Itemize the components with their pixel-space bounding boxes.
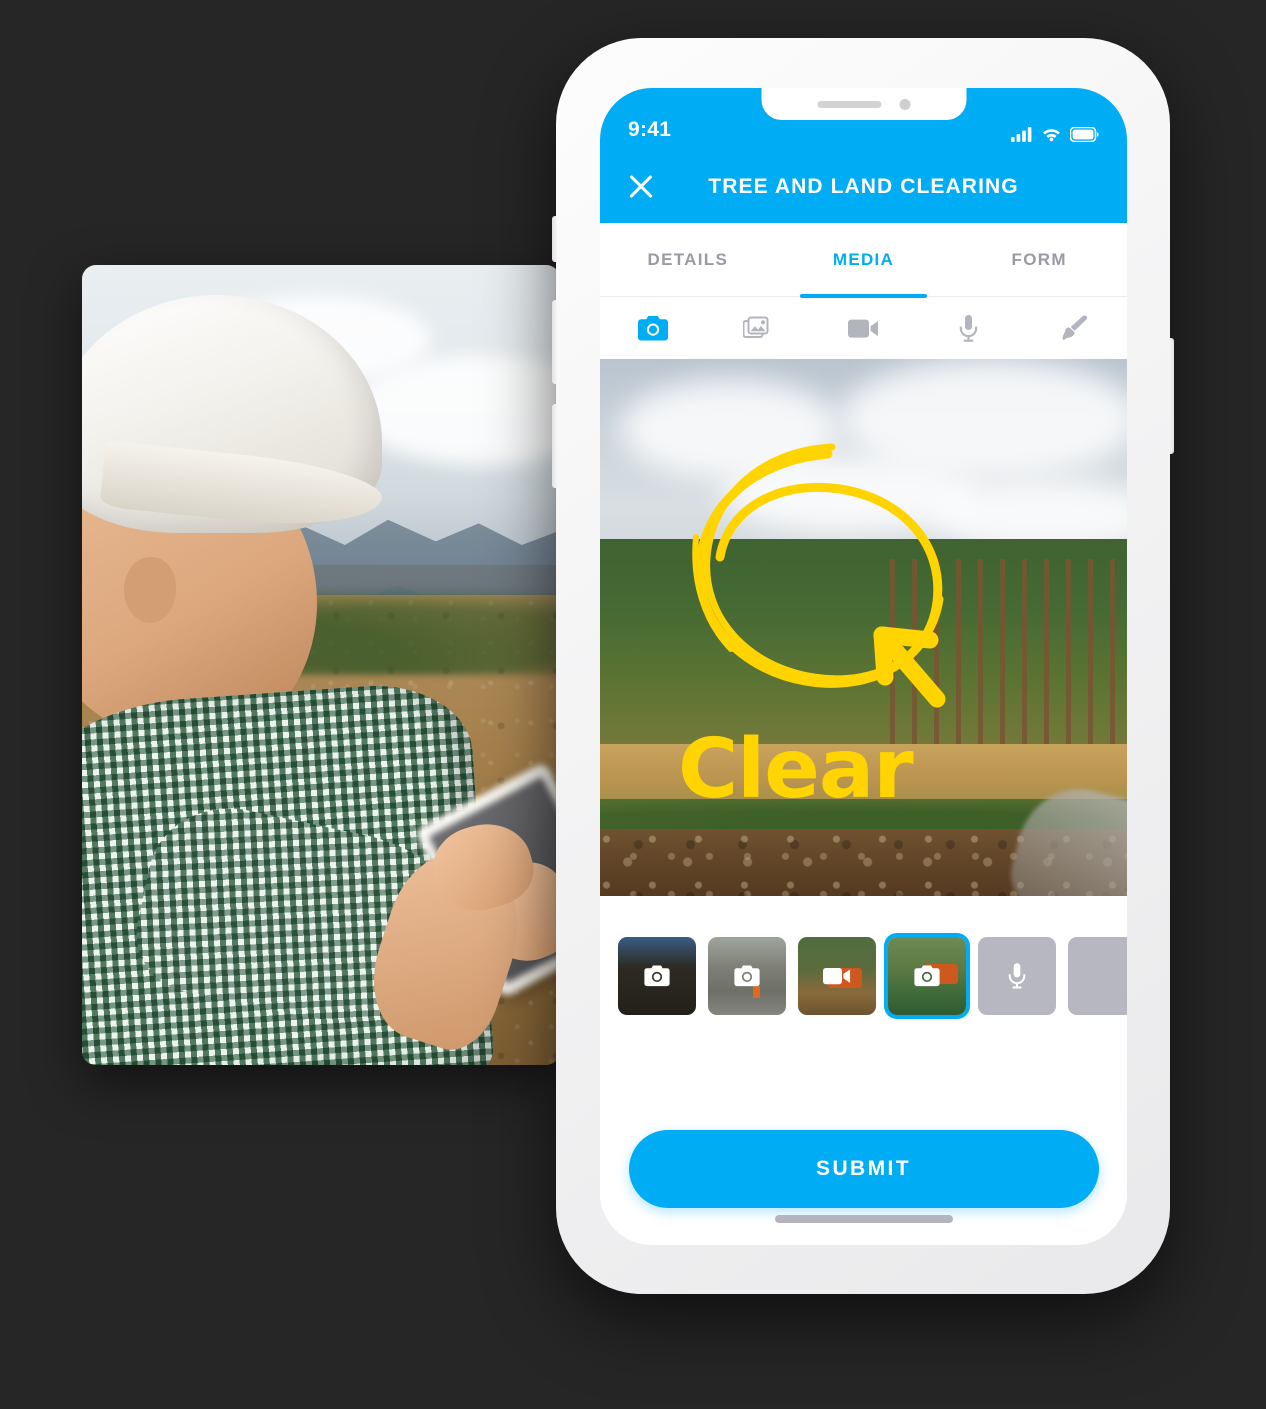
camera-icon bbox=[734, 965, 760, 987]
volume-down-button[interactable] bbox=[552, 404, 557, 488]
microphone-icon bbox=[960, 314, 978, 342]
worker-ear bbox=[124, 557, 176, 623]
camera-icon bbox=[637, 315, 668, 340]
wifi-icon bbox=[1043, 129, 1060, 142]
volume-up-button[interactable] bbox=[552, 300, 557, 384]
thumbnail-item[interactable] bbox=[798, 937, 876, 1015]
worker-photo-card bbox=[82, 265, 560, 1065]
phone-screen: 9:41 TREE AND LAND CLEARING DETAILS MEDI… bbox=[600, 88, 1127, 1245]
media-type-toolbar bbox=[600, 297, 1127, 359]
app-nav-bar: TREE AND LAND CLEARING bbox=[600, 150, 1127, 223]
earpiece-speaker bbox=[817, 100, 881, 108]
tab-media[interactable]: MEDIA bbox=[776, 223, 952, 298]
tree-trunks bbox=[889, 559, 1127, 749]
cellular-signal-icon bbox=[1011, 127, 1032, 142]
submit-button[interactable]: SUBMIT bbox=[628, 1130, 1099, 1208]
status-indicators bbox=[1011, 126, 1099, 142]
thumbnail-item-selected[interactable] bbox=[888, 937, 966, 1015]
thumbnail-item-empty[interactable] bbox=[1068, 937, 1127, 1015]
tab-form[interactable]: FORM bbox=[951, 223, 1127, 296]
phone-notch bbox=[761, 88, 966, 120]
thumbnail-item[interactable] bbox=[618, 937, 696, 1015]
camera-button[interactable] bbox=[600, 315, 705, 341]
photo-library-icon bbox=[742, 316, 769, 338]
thumbnail-item-audio[interactable] bbox=[978, 937, 1056, 1015]
power-button[interactable] bbox=[1169, 338, 1174, 454]
close-icon[interactable] bbox=[626, 172, 656, 202]
photo-library-button[interactable] bbox=[705, 315, 810, 341]
home-indicator[interactable] bbox=[774, 1215, 953, 1223]
microphone-icon bbox=[1008, 963, 1026, 989]
phone-mockup: 9:41 TREE AND LAND CLEARING DETAILS MEDI… bbox=[552, 38, 1174, 1294]
page-title: TREE AND LAND CLEARING bbox=[708, 174, 1019, 198]
traffic-cone-shape bbox=[753, 985, 761, 999]
camera-icon bbox=[914, 965, 940, 987]
video-camera-icon bbox=[823, 967, 851, 985]
media-thumbnail-strip[interactable] bbox=[600, 896, 1127, 1056]
video-button[interactable] bbox=[811, 318, 916, 339]
status-bar: 9:41 bbox=[600, 88, 1127, 150]
paintbrush-icon bbox=[1062, 314, 1088, 340]
mute-switch[interactable] bbox=[552, 216, 557, 262]
tab-bar: DETAILS MEDIA FORM bbox=[600, 223, 1127, 298]
media-preview[interactable]: Clear bbox=[600, 359, 1127, 896]
tab-details[interactable]: DETAILS bbox=[600, 223, 776, 296]
video-camera-icon bbox=[848, 319, 879, 338]
battery-icon bbox=[1070, 126, 1099, 142]
draw-button[interactable] bbox=[1022, 314, 1127, 342]
thumbnail-item[interactable] bbox=[708, 937, 786, 1015]
microphone-button[interactable] bbox=[916, 314, 1021, 342]
status-clock: 9:41 bbox=[628, 118, 672, 141]
front-camera-icon bbox=[899, 98, 910, 110]
annotation-text: Clear bbox=[678, 722, 914, 817]
camera-icon bbox=[644, 965, 670, 987]
